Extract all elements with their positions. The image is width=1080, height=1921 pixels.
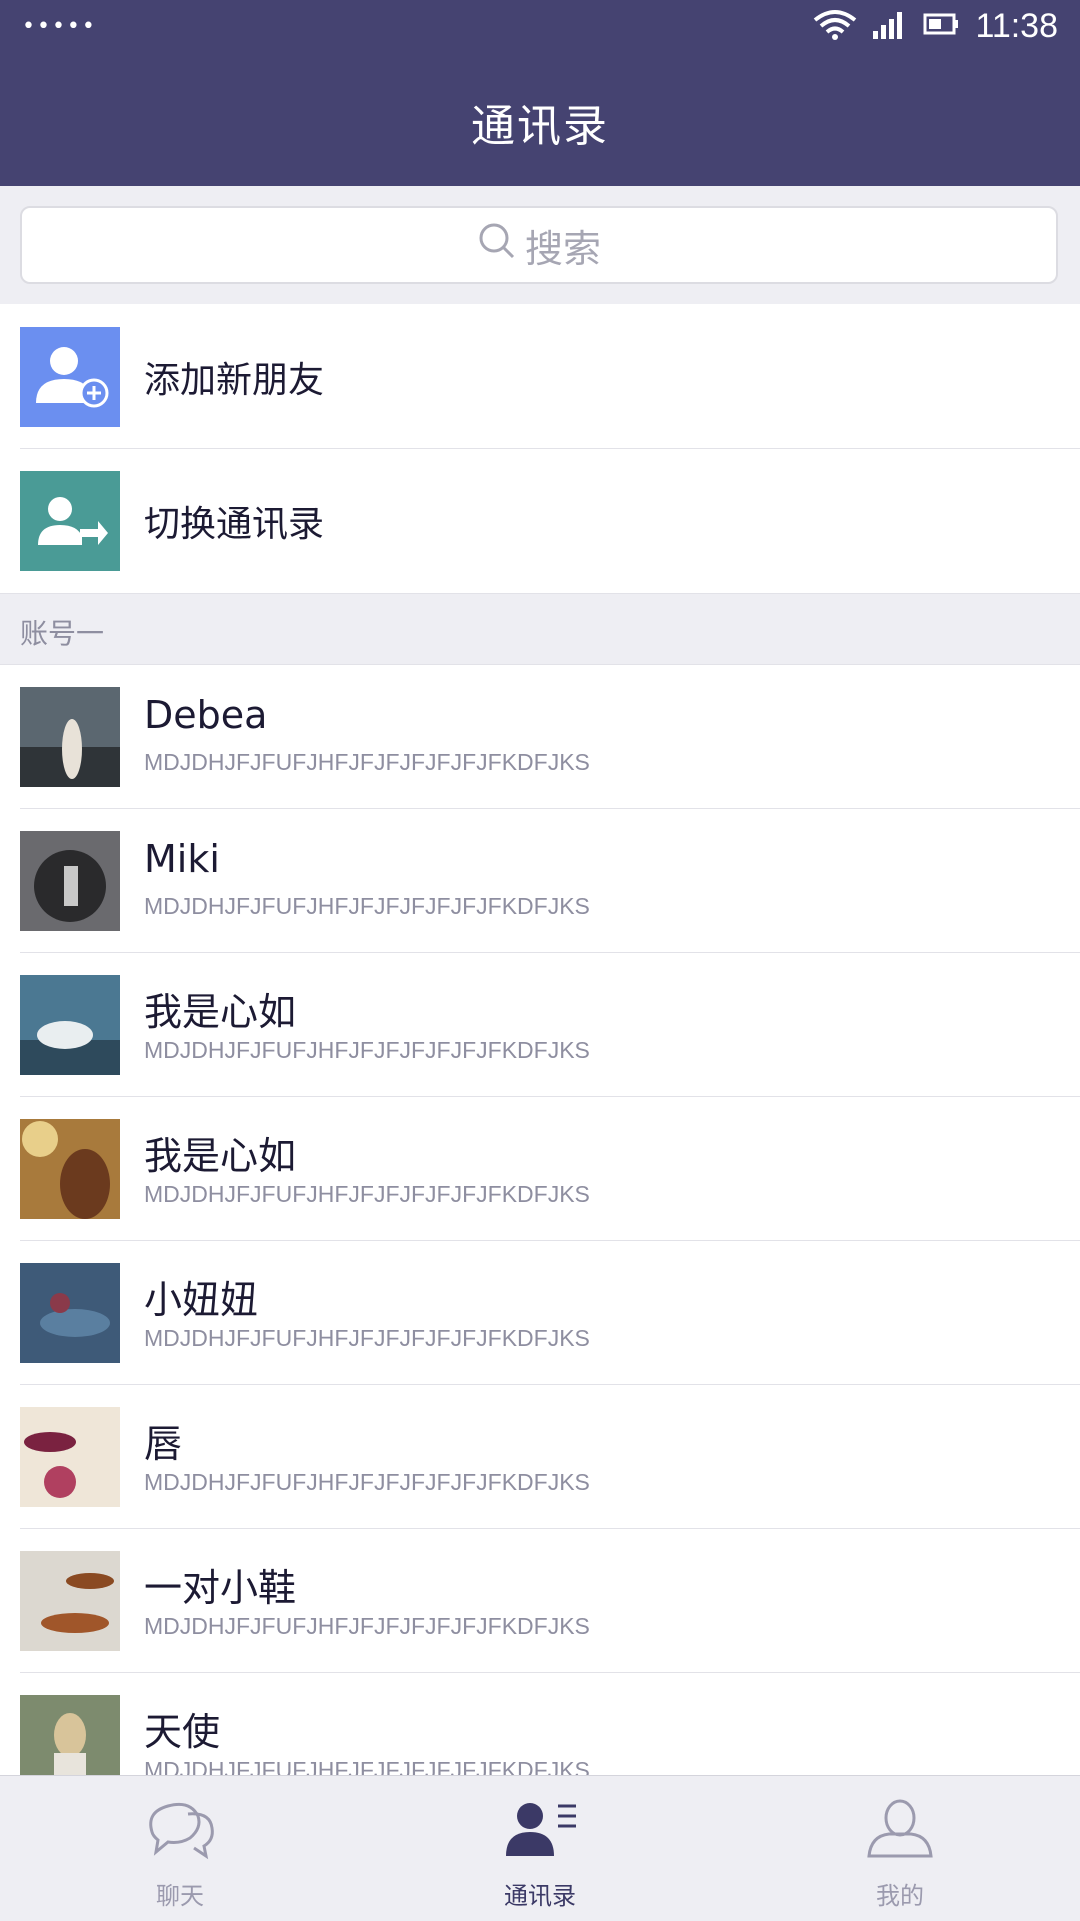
search-icon <box>477 221 525 270</box>
contact-name: 我是心如 <box>144 990 297 1034</box>
list-item[interactable]: 我是心如 MDJDHJFJFUFJHFJFJFJFJFJFJFKDFJKS <box>0 1097 1080 1241</box>
contact-name: 小妞妞 <box>144 1278 259 1322</box>
wifi-icon <box>813 8 857 44</box>
battery-icon <box>923 12 959 40</box>
section-header: 账号一 <box>0 593 1080 665</box>
avatar <box>20 1407 120 1507</box>
avatar <box>20 831 120 931</box>
contact-name: Debea <box>144 693 268 737</box>
chat-icon <box>144 1798 216 1864</box>
contact-subtitle: MDJDHJFJFUFJHFJFJFJFJFJFJFKDFJKS <box>144 1325 590 1351</box>
navigation-bar: 通讯录 <box>0 54 1080 186</box>
contact-subtitle: MDJDHJFJFUFJHFJFJFJFJFJFJFKDFJKS <box>144 1613 590 1639</box>
list-item[interactable]: 小妞妞 MDJDHJFJFUFJHFJFJFJFJFJFJFKDFJKS <box>0 1241 1080 1385</box>
switch-contacts-icon <box>20 471 120 571</box>
page-title: 通讯录 <box>471 101 609 152</box>
list-item[interactable]: 一对小鞋 MDJDHJFJFUFJHFJFJFJFJFJFJFKDFJKS <box>0 1529 1080 1673</box>
signal-dots: ••••• <box>22 14 97 39</box>
contacts-icon <box>502 1798 578 1864</box>
contact-subtitle: MDJDHJFJFUFJHFJFJFJFJFJFJFKDFJKS <box>144 749 590 775</box>
clock: 11:38 <box>975 6 1058 45</box>
contact-subtitle: MDJDHJFJFUFJHFJFJFJFJFJFJFKDFJKS <box>144 1469 590 1495</box>
avatar <box>20 1551 120 1651</box>
section-title: 账号一 <box>20 617 105 650</box>
contact-name: 我是心如 <box>144 1134 297 1178</box>
profile-icon <box>865 1798 935 1864</box>
contact-name: 一对小鞋 <box>144 1566 297 1610</box>
contact-name: Miki <box>144 837 220 881</box>
list-item[interactable]: Debea MDJDHJFJFUFJHFJFJFJFJFJFJFKDFJKS <box>0 665 1080 809</box>
tab-label: 聊天 <box>156 1882 204 1910</box>
switch-contacts-label: 切换通讯录 <box>144 504 325 545</box>
add-friend-row[interactable]: 添加新朋友 <box>0 305 1080 449</box>
cellular-signal-icon <box>873 9 907 43</box>
search-placeholder: 搜索 <box>524 226 601 271</box>
status-right: 11:38 <box>813 6 1058 46</box>
tab-contacts[interactable]: 通讯录 <box>440 1776 640 1921</box>
list-item[interactable]: Miki MDJDHJFJFUFJHFJFJFJFJFJFJFKDFJKS <box>0 809 1080 953</box>
tab-chat[interactable]: 聊天 <box>80 1776 280 1921</box>
tab-label: 我的 <box>876 1882 924 1910</box>
add-friend-icon <box>20 327 120 427</box>
search-input[interactable]: 搜索 <box>20 206 1058 284</box>
contact-name: 唇 <box>144 1422 183 1466</box>
tab-profile[interactable]: 我的 <box>800 1776 1000 1921</box>
contact-subtitle: MDJDHJFJFUFJHFJFJFJFJFJFJFKDFJKS <box>144 1037 590 1063</box>
contact-subtitle: MDJDHJFJFUFJHFJFJFJFJFJFJFKDFJKS <box>144 1181 590 1207</box>
avatar <box>20 975 120 1075</box>
status-bar: ••••• 11:38 <box>0 0 1080 54</box>
tab-label: 通讯录 <box>504 1882 576 1910</box>
list-item[interactable]: 我是心如 MDJDHJFJFUFJHFJFJFJFJFJFJFKDFJKS <box>0 953 1080 1097</box>
tab-bar: 聊天 通讯录 我的 <box>0 1775 1080 1921</box>
switch-contacts-row[interactable]: 切换通讯录 <box>0 449 1080 593</box>
contact-subtitle: MDJDHJFJFUFJHFJFJFJFJFJFJFKDFJKS <box>144 893 590 919</box>
search-area: 搜索 <box>0 186 1080 304</box>
add-friend-label: 添加新朋友 <box>144 360 325 401</box>
contact-name: 天使 <box>144 1710 221 1754</box>
avatar <box>20 687 120 787</box>
list-item[interactable]: 唇 MDJDHJFJFUFJHFJFJFJFJFJFJFKDFJKS <box>0 1385 1080 1529</box>
avatar <box>20 1119 120 1219</box>
avatar <box>20 1263 120 1363</box>
